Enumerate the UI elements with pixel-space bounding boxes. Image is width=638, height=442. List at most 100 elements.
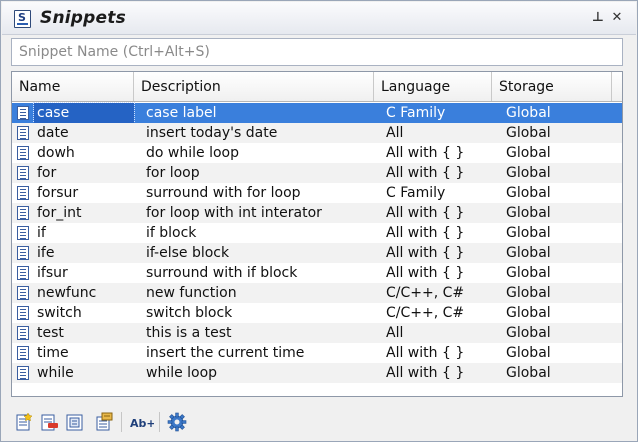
snippet-name-cell: time — [37, 345, 69, 361]
snippet-language-cell: All with { } — [386, 165, 465, 181]
snippet-document-icon — [17, 226, 29, 240]
column-header-name[interactable]: Name — [12, 72, 134, 101]
table-row[interactable]: dowh do while loop All with { } Global — [12, 143, 622, 163]
snippet-properties-icon[interactable] — [94, 412, 114, 432]
table-row[interactable]: ifsur surround with if block All with { } G… — [12, 263, 622, 283]
snippet-description-cell: insert the current time — [146, 345, 305, 361]
snippet-storage-cell: Global — [506, 305, 551, 321]
snippet-language-cell: All with { } — [386, 225, 465, 241]
rename-snippet-icon[interactable]: Ab+ — [130, 412, 154, 432]
snippet-name-cell: switch — [37, 305, 82, 321]
snippet-storage-cell: Global — [506, 345, 551, 361]
snippet-description-cell: surround with if block — [146, 265, 298, 281]
snippet-storage-cell: Global — [506, 125, 551, 141]
snippet-document-icon — [17, 126, 29, 140]
snippets-app-icon — [14, 10, 31, 28]
toolbar-separator — [159, 412, 160, 432]
snippet-name-cell: test — [37, 325, 64, 341]
snippet-description-cell: this is a test — [146, 325, 232, 341]
snippet-language-cell: All with { } — [386, 245, 465, 261]
snippet-language-cell: C/C++, C# — [386, 305, 465, 321]
snippet-description-cell: surround with for loop — [146, 185, 301, 201]
rename-label: Ab+ — [130, 417, 154, 430]
table-row[interactable]: time insert the current time All with { } G… — [12, 343, 622, 363]
snippet-language-cell: All — [386, 325, 404, 341]
snippets-table: Name Description Language Storage case ca… — [11, 71, 623, 397]
snippet-language-cell: All — [386, 125, 404, 141]
snippet-storage-cell: Global — [506, 145, 551, 161]
snippet-language-cell: C/C++, C# — [386, 285, 465, 301]
close-icon[interactable]: ✕ — [610, 10, 624, 26]
table-row[interactable]: ife if-else block All with { } Global — [12, 243, 622, 263]
snippet-document-icon — [17, 166, 29, 180]
snippet-storage-cell: Global — [506, 245, 551, 261]
snippet-document-icon — [17, 106, 29, 120]
snippet-search-input[interactable] — [11, 38, 623, 66]
pin-icon[interactable]: ⊥ — [591, 10, 605, 26]
snippet-name-cell: case — [33, 102, 135, 124]
table-row[interactable]: for_int for loop with int interator All wi… — [12, 203, 622, 223]
column-header-description[interactable]: Description — [134, 72, 374, 101]
snippet-storage-cell: Global — [506, 185, 551, 201]
snippet-document-icon — [17, 366, 29, 380]
snippet-language-cell: All with { } — [386, 365, 465, 381]
column-header-language[interactable]: Language — [374, 72, 492, 101]
snippet-description-cell: insert today's date — [146, 125, 278, 141]
snippet-description-cell: for loop — [146, 165, 200, 181]
snippet-name-cell: dowh — [37, 145, 75, 161]
delete-snippet-icon[interactable] — [39, 412, 59, 432]
snippet-document-icon — [17, 346, 29, 360]
snippet-name-cell: ife — [37, 245, 55, 261]
snippet-document-icon — [17, 306, 29, 320]
snippet-document-icon — [17, 206, 29, 220]
snippet-document-icon — [17, 186, 29, 200]
snippet-language-cell: All with { } — [386, 345, 465, 361]
snippet-description-cell: if-else block — [146, 245, 230, 261]
snippet-document-icon — [17, 326, 29, 340]
table-row[interactable]: switch switch block C/C++, C# Global — [12, 303, 622, 323]
column-header-storage[interactable]: Storage — [492, 72, 612, 101]
snippet-name-cell: date — [37, 125, 69, 141]
snippet-description-cell: switch block — [146, 305, 233, 321]
snippet-document-icon — [17, 266, 29, 280]
table-body: case case label C Family Global date insert t… — [12, 102, 622, 383]
snippet-language-cell: C Family — [386, 185, 446, 201]
table-row[interactable]: forsur surround with for loop C Family Glob… — [12, 183, 622, 203]
table-row[interactable]: date insert today's date All Global — [12, 123, 622, 143]
snippet-description-cell: while loop — [146, 365, 218, 381]
snippet-storage-cell: Global — [506, 165, 551, 181]
snippet-description-cell: for loop with int interator — [146, 205, 322, 221]
edit-snippet-icon[interactable] — [65, 412, 85, 432]
table-row[interactable]: case case label C Family Global — [12, 102, 622, 124]
snippet-document-icon — [17, 246, 29, 260]
snippet-name-cell: forsur — [37, 185, 79, 201]
snippets-panel: Snippets ⊥ ✕ Name Description Language S… — [0, 0, 638, 442]
table-row[interactable]: if if block All with { } Global — [12, 223, 622, 243]
table-header: Name Description Language Storage — [12, 72, 622, 102]
table-row[interactable]: test this is a test All Global — [12, 323, 622, 343]
snippet-document-icon — [17, 286, 29, 300]
snippet-storage-cell: Global — [506, 325, 551, 341]
snippet-storage-cell: Global — [506, 365, 551, 381]
snippet-language-cell: C Family — [386, 105, 446, 121]
snippet-description-cell: case label — [146, 105, 217, 121]
snippet-document-icon — [17, 146, 29, 160]
snippet-storage-cell: Global — [506, 285, 551, 301]
table-row[interactable]: while while loop All with { } Global — [12, 363, 622, 383]
table-row[interactable]: newfunc new function C/C++, C# Global — [12, 283, 622, 303]
panel-titlebar: Snippets ⊥ ✕ — [2, 2, 636, 35]
settings-gear-icon[interactable] — [167, 412, 187, 432]
panel-title: Snippets — [40, 8, 126, 28]
snippet-storage-cell: Global — [506, 205, 551, 221]
table-row[interactable]: for for loop All with { } Global — [12, 163, 622, 183]
snippet-language-cell: All with { } — [386, 265, 465, 281]
snippet-name-cell: for_int — [37, 205, 82, 221]
new-snippet-icon[interactable] — [14, 412, 34, 432]
snippet-description-cell: do while loop — [146, 145, 239, 161]
snippet-description-cell: if block — [146, 225, 197, 241]
toolbar-separator — [121, 412, 122, 432]
snippet-name-cell: while — [37, 365, 74, 381]
snippet-storage-cell: Global — [506, 105, 551, 121]
snippet-name-cell: newfunc — [37, 285, 97, 301]
snippet-storage-cell: Global — [506, 265, 551, 281]
